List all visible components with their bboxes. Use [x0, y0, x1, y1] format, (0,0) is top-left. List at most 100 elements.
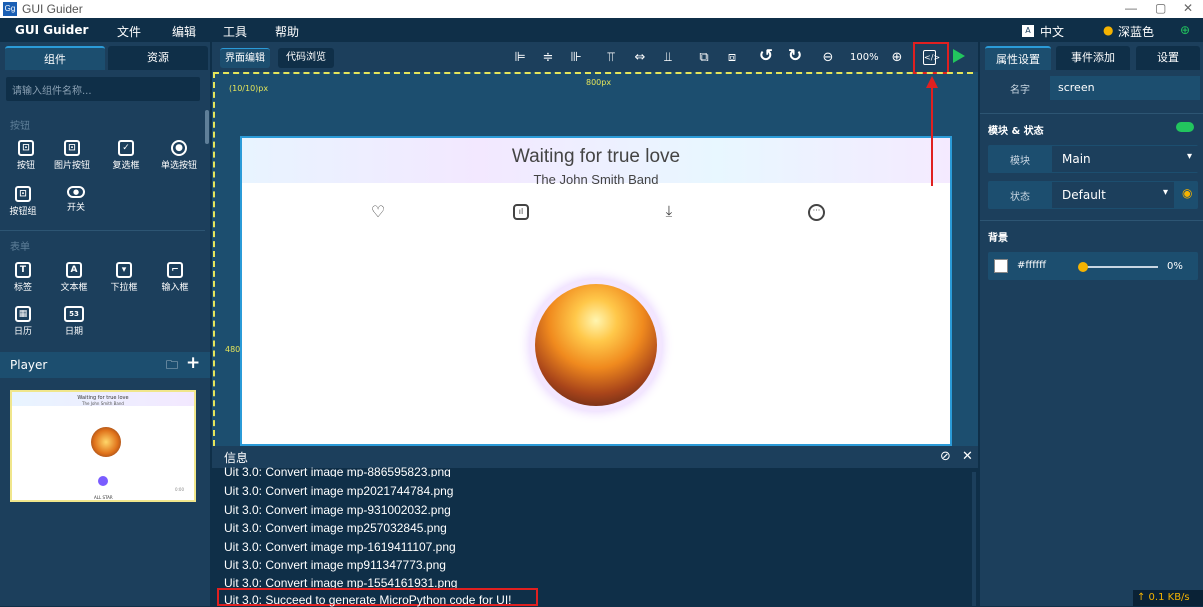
maximize-icon[interactable]: ▢ — [1155, 1, 1166, 15]
chevron-down-icon: ▾ — [1187, 151, 1193, 162]
width-label: 800px — [586, 78, 612, 87]
undo-icon[interactable]: ↺ — [758, 48, 774, 65]
globe-icon[interactable]: ⊕ — [1180, 23, 1190, 37]
divider — [0, 230, 205, 231]
song-title[interactable]: Waiting for true love — [242, 146, 950, 168]
send-backward-icon[interactable]: ⧈ — [724, 50, 740, 66]
menu-tools[interactable]: 工具 — [223, 23, 247, 40]
screen-thumbnail[interactable]: Waiting for true love The John Smith Ban… — [10, 390, 196, 502]
image-button-icon: ⊡ — [64, 140, 80, 156]
close-icon[interactable]: ✕ — [1183, 1, 1193, 15]
tab-properties[interactable]: 属性设置 — [985, 46, 1051, 70]
eye-icon[interactable]: ◉ — [1182, 186, 1192, 200]
equalizer-icon[interactable]: ıl — [513, 204, 529, 220]
widget-radio[interactable]: ● 单选按钮 — [155, 140, 203, 171]
align-left-icon[interactable]: ⊫ — [512, 50, 528, 66]
run-icon[interactable] — [953, 49, 965, 63]
log-line: Uit 3.0: Convert image mp-1619411107.png — [224, 540, 456, 554]
widget-button-group[interactable]: ⊡ 按钮组 — [5, 186, 41, 217]
widget-label[interactable]: T 标签 — [5, 262, 41, 293]
opacity-value: 0% — [1167, 261, 1183, 272]
ruler-left — [213, 72, 215, 446]
menu-help[interactable]: 帮助 — [275, 23, 299, 40]
zoom-out-icon[interactable]: ⊖ — [820, 50, 836, 66]
log-line: Uit 3.0: Convert image mp-886595823.png — [224, 465, 451, 477]
tab-code-view[interactable]: 代码浏览 — [278, 48, 334, 68]
window-title: GUI Guider — [22, 2, 83, 16]
align-middle-icon[interactable]: ⇔ — [632, 50, 648, 66]
tab-components[interactable]: 组件 — [5, 46, 105, 70]
thumb-time: 0:00 — [175, 487, 184, 492]
opacity-slider-track[interactable] — [1082, 266, 1158, 268]
align-bottom-icon[interactable]: ⫫ — [660, 50, 676, 66]
divider — [980, 113, 1203, 114]
log-line: Uit 3.0: Convert image mp-931002032.png — [224, 503, 451, 517]
title-bar: Gg GUI Guider — ▢ ✕ — [0, 0, 1203, 18]
folder-icon[interactable]: 🗀 — [166, 356, 178, 377]
menu-file[interactable]: 文件 — [117, 23, 141, 40]
component-search-input[interactable]: 请输入组件名称... — [6, 77, 200, 101]
name-input[interactable]: screen — [1050, 76, 1200, 100]
coord-label: (10/10)px — [229, 84, 269, 93]
module-toggle[interactable] — [1176, 122, 1194, 132]
widget-textbox[interactable]: A 文本框 — [56, 262, 92, 293]
bg-color-swatch[interactable] — [994, 259, 1008, 273]
design-canvas[interactable]: Waiting for true love The John Smith Ban… — [240, 136, 952, 446]
theme-button[interactable]: 深蓝色 — [1118, 23, 1154, 40]
palette-icon: ● — [1103, 23, 1114, 37]
input-icon: ⌐ — [167, 262, 183, 278]
button-icon: ⊡ — [18, 140, 34, 156]
bring-forward-icon[interactable]: ⧉ — [696, 50, 712, 66]
clear-log-icon[interactable]: ⊘ — [940, 449, 951, 464]
calendar-icon: ▦ — [15, 306, 31, 322]
align-right-icon[interactable]: ⊪ — [568, 50, 584, 66]
close-info-icon[interactable]: ✕ — [962, 449, 973, 464]
album-art[interactable] — [535, 284, 657, 406]
generate-code-icon[interactable]: </> — [923, 50, 940, 65]
song-artist[interactable]: The John Smith Band — [242, 172, 950, 187]
align-center-icon[interactable]: ≑ — [540, 50, 556, 66]
language-icon: A — [1022, 25, 1034, 37]
tab-settings[interactable]: 设置 — [1136, 46, 1200, 70]
add-screen-icon[interactable]: + — [186, 353, 200, 373]
switch-icon: ● — [67, 186, 85, 198]
ruler-top — [213, 72, 973, 74]
zoom-in-icon[interactable]: ⊕ — [889, 50, 905, 66]
widget-calendar[interactable]: ▦ 日历 — [5, 306, 41, 337]
chevron-down-icon: ▾ — [1163, 187, 1169, 198]
tab-resources[interactable]: 资源 — [108, 46, 208, 70]
network-speed: ↑ 0.1 KB/s — [1133, 590, 1203, 606]
name-label: 名字 — [1010, 85, 1030, 96]
minimize-icon[interactable]: — — [1125, 1, 1137, 15]
left-scrollbar[interactable] — [205, 110, 209, 144]
app-logo-icon: Gg — [3, 2, 17, 16]
tab-events[interactable]: 事件添加 — [1056, 46, 1130, 70]
textbox-icon: A — [66, 262, 82, 278]
language-button[interactable]: 中文 — [1040, 23, 1064, 40]
screen-list-title: Player — [10, 358, 48, 372]
heart-icon[interactable]: ♡ — [368, 202, 388, 222]
opacity-slider-handle[interactable] — [1078, 262, 1088, 272]
log-line: Uit 3.0: Convert image mp2021744784.png — [224, 484, 454, 498]
more-icon[interactable]: ··· — [808, 204, 825, 221]
align-top-icon[interactable]: ⫪ — [603, 50, 619, 66]
app-name: GUI Guider — [15, 23, 89, 37]
widget-checkbox[interactable]: ✓ 复选框 — [108, 140, 144, 171]
module-label: 模块 — [1010, 156, 1030, 167]
section-forms: 表单 — [10, 242, 30, 253]
widget-date[interactable]: 53 日期 — [56, 306, 92, 337]
menu-edit[interactable]: 编辑 — [172, 23, 196, 40]
widget-image-button[interactable]: ⊡ 图片按钮 — [54, 140, 90, 171]
bg-color-value[interactable]: #ffffff — [1017, 260, 1046, 271]
tab-ui-editor[interactable]: 界面编辑 — [220, 48, 270, 68]
thumb-play-icon — [98, 476, 108, 486]
widget-dropdown[interactable]: ▾ 下拉框 — [106, 262, 142, 293]
download-icon[interactable]: ⤓ — [659, 202, 679, 222]
checkbox-icon: ✓ — [118, 140, 134, 156]
widget-input[interactable]: ⌐ 输入框 — [157, 262, 193, 293]
widget-switch[interactable]: ● 开关 — [58, 186, 94, 213]
thumb-subtitle: The John Smith Band — [82, 401, 124, 406]
redo-icon[interactable]: ↻ — [787, 48, 803, 65]
info-scrollbar[interactable] — [972, 472, 976, 606]
widget-button[interactable]: ⊡ 按钮 — [8, 140, 44, 171]
